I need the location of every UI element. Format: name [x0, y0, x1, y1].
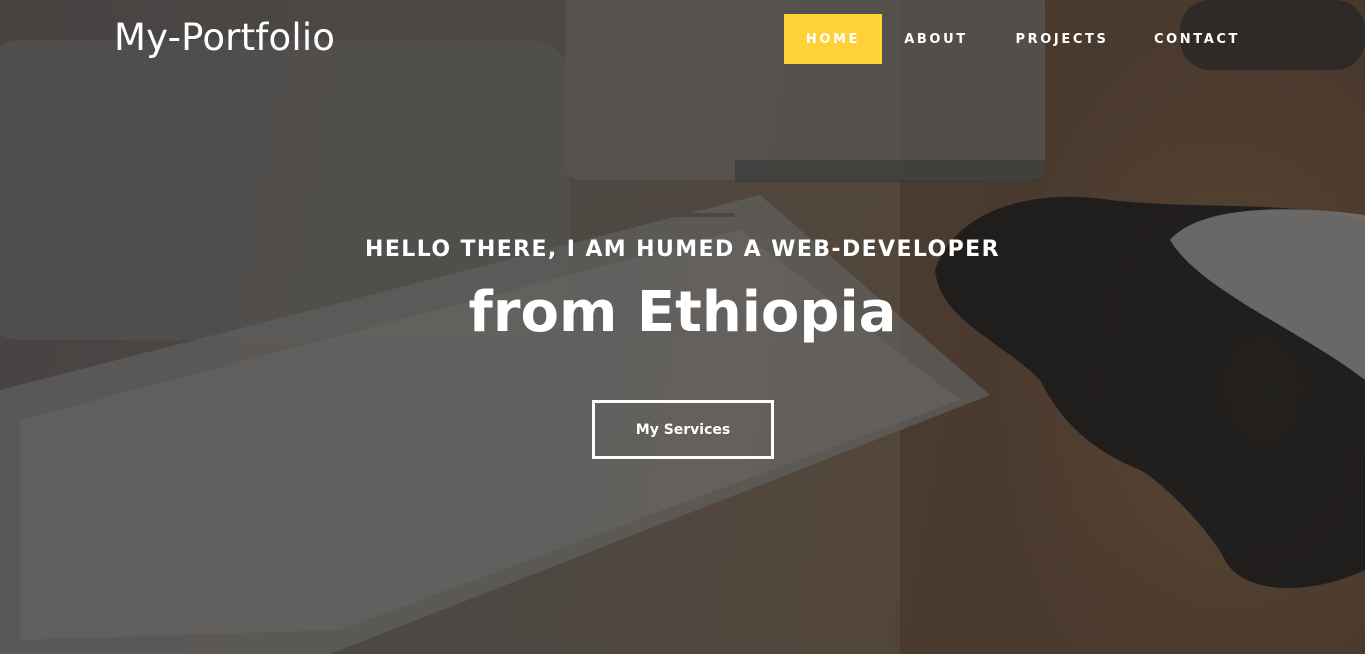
nav-contact-link[interactable]: CONTACT: [1134, 14, 1260, 64]
my-services-button[interactable]: My Services: [592, 400, 774, 459]
nav-projects-link[interactable]: PROJECTS: [990, 14, 1134, 64]
nav-home-link[interactable]: HOME: [784, 14, 882, 64]
hero-divider: [631, 213, 735, 217]
nav-about-link[interactable]: ABOUT: [882, 14, 990, 64]
hero-heading: from Ethiopia: [468, 280, 897, 345]
brand-logo[interactable]: My-Portfolio: [114, 16, 335, 59]
main-nav: HOME ABOUT PROJECTS CONTACT: [784, 14, 1260, 64]
hero-subheading: HELLO THERE, I AM HUMED A WEB-DEVELOPER: [365, 237, 1000, 262]
hero-section: My-Portfolio HOME ABOUT PROJECTS CONTACT…: [0, 0, 1365, 654]
